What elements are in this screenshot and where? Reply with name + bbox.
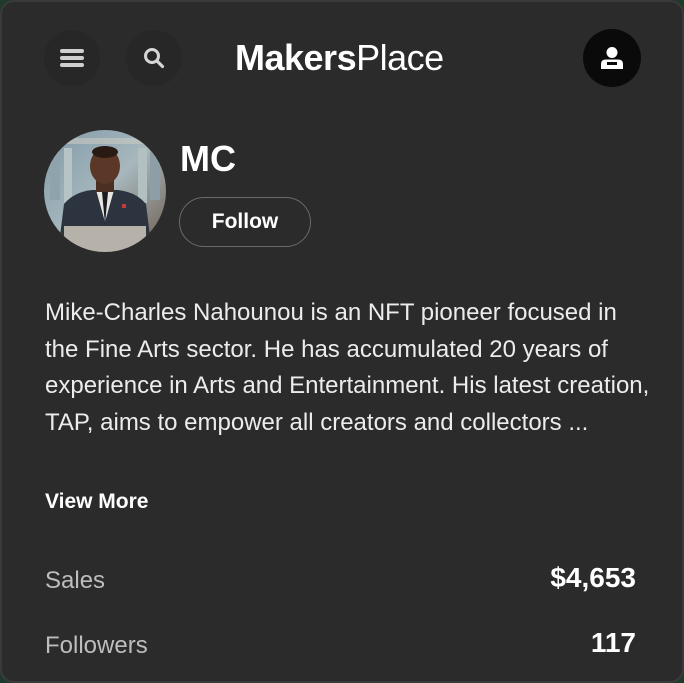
profile-portrait-image [44, 130, 166, 252]
search-icon [144, 48, 165, 69]
logo-bold-text: Makers [235, 37, 357, 78]
profile-name: MC [180, 138, 236, 179]
user-account-icon [601, 47, 623, 69]
top-bar: MakersPlace [2, 2, 682, 114]
sales-value: $4,653 [550, 562, 636, 593]
sales-label: Sales [45, 567, 106, 594]
account-button[interactable] [583, 29, 641, 87]
view-more-link[interactable]: View More [45, 490, 148, 514]
menu-button[interactable] [44, 30, 100, 86]
followers-label: Followers [45, 632, 148, 659]
search-button[interactable] [126, 30, 182, 86]
followers-value: 117 [590, 627, 636, 658]
hamburger-menu-icon [60, 49, 84, 67]
logo-light-text: Place [356, 37, 444, 78]
profile-bio: Mike-Charles Nahounou is an NFT pioneer … [45, 299, 650, 436]
makersplace-logo[interactable]: MakersPlace [235, 34, 444, 82]
follow-button[interactable]: Follow [179, 197, 311, 247]
profile-avatar[interactable] [44, 130, 166, 252]
profile-card: MakersPlace MC Follow Mike-Charles Nahou… [0, 0, 684, 683]
